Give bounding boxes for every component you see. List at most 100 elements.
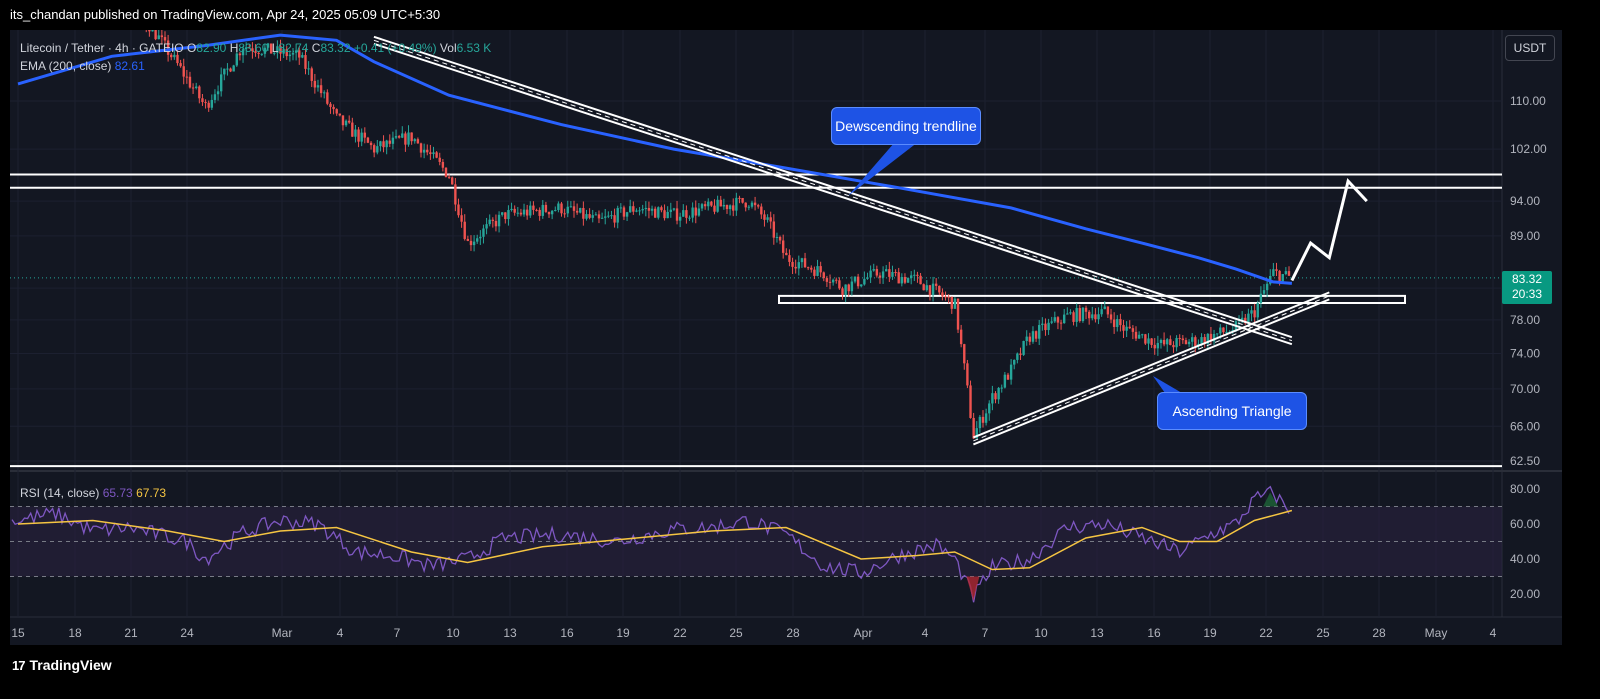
candle-body[interactable]	[619, 207, 623, 209]
candle-body[interactable]	[850, 281, 854, 292]
candle-body[interactable]	[463, 221, 466, 239]
candle-body[interactable]	[432, 152, 435, 155]
candle-body[interactable]	[1178, 338, 1181, 340]
candle-body[interactable]	[622, 207, 626, 217]
candle-body[interactable]	[319, 85, 323, 94]
candle-body[interactable]	[575, 210, 579, 213]
candle-body[interactable]	[950, 296, 953, 309]
candle-body[interactable]	[114, 9, 116, 10]
candle-body[interactable]	[160, 35, 164, 38]
candle-body[interactable]	[376, 146, 379, 153]
candle-body[interactable]	[1003, 374, 1007, 388]
candle-body[interactable]	[885, 269, 888, 272]
candle-body[interactable]	[111, 9, 113, 12]
candle-body[interactable]	[554, 209, 557, 211]
candle-body[interactable]	[472, 241, 476, 246]
candle-body[interactable]	[900, 277, 904, 284]
candle-body[interactable]	[1075, 308, 1078, 322]
candle-body[interactable]	[572, 206, 576, 211]
candle-body[interactable]	[451, 177, 454, 185]
candle-body[interactable]	[1225, 331, 1228, 333]
candle-body[interactable]	[1281, 274, 1284, 282]
candle-body[interactable]	[1112, 319, 1116, 327]
candle-body[interactable]	[600, 217, 604, 219]
candle-body[interactable]	[1169, 339, 1172, 346]
candle-body[interactable]	[566, 206, 569, 214]
candle-body[interactable]	[441, 161, 445, 168]
candle-body[interactable]	[1159, 339, 1163, 343]
candle-body[interactable]	[931, 283, 935, 296]
candle-body[interactable]	[579, 207, 582, 213]
candle-body[interactable]	[479, 236, 482, 239]
candle-body[interactable]	[691, 207, 694, 218]
candle-body[interactable]	[30, 2, 32, 3]
candle-body[interactable]	[513, 208, 516, 213]
candle-body[interactable]	[98, 5, 100, 17]
candle-body[interactable]	[1256, 303, 1259, 318]
candle-body[interactable]	[1156, 342, 1160, 349]
candle-body[interactable]	[1084, 307, 1088, 312]
candle-body[interactable]	[822, 272, 825, 279]
candle-body[interactable]	[76, 7, 78, 9]
candle-body[interactable]	[351, 122, 354, 137]
candle-body[interactable]	[120, 23, 122, 24]
candle-body[interactable]	[810, 267, 813, 270]
candle-body[interactable]	[1144, 334, 1147, 344]
candle-body[interactable]	[647, 207, 651, 211]
candle-body[interactable]	[89, 2, 91, 12]
candle-body[interactable]	[913, 274, 916, 276]
candle-body[interactable]	[719, 199, 722, 207]
candle-body[interactable]	[344, 120, 348, 126]
candle-body[interactable]	[597, 214, 601, 219]
candle-body[interactable]	[529, 205, 532, 216]
candle-body[interactable]	[682, 210, 685, 217]
candle-body[interactable]	[1072, 312, 1075, 322]
candle-body[interactable]	[354, 129, 357, 137]
candle-body[interactable]	[435, 152, 438, 158]
candle-body[interactable]	[95, 5, 97, 12]
candle-body[interactable]	[894, 271, 897, 273]
candle-body[interactable]	[11, 4, 13, 11]
candle-body[interactable]	[1122, 325, 1125, 331]
candle-body[interactable]	[738, 197, 741, 199]
candle-body[interactable]	[694, 207, 697, 216]
candle-body[interactable]	[835, 279, 838, 281]
candle-body[interactable]	[1041, 323, 1044, 326]
projection-arrow[interactable]	[1290, 178, 1368, 282]
candle-body[interactable]	[1116, 319, 1119, 327]
candle-body[interactable]	[657, 207, 660, 218]
candle-body[interactable]	[388, 140, 391, 144]
candle-body[interactable]	[735, 197, 738, 211]
candle-body[interactable]	[123, 15, 125, 25]
candle-body[interactable]	[42, 3, 44, 6]
candle-body[interactable]	[154, 26, 157, 40]
candle-body[interactable]	[794, 266, 797, 269]
ascending-triangle-callout[interactable]: Ascending Triangle	[1157, 392, 1307, 430]
candle-body[interactable]	[1081, 307, 1085, 322]
candle-body[interactable]	[594, 214, 598, 216]
candle-body[interactable]	[360, 132, 363, 142]
candle-body[interactable]	[875, 269, 879, 276]
candle-body[interactable]	[972, 417, 975, 439]
candle-body[interactable]	[369, 142, 373, 146]
candle-body[interactable]	[14, 9, 16, 12]
candle-body[interactable]	[635, 210, 638, 212]
candle-body[interactable]	[988, 403, 991, 414]
candle-body[interactable]	[625, 212, 629, 217]
candle-body[interactable]	[416, 139, 420, 144]
candle-body[interactable]	[86, 2, 88, 7]
candle-body[interactable]	[188, 76, 192, 88]
candle-body[interactable]	[1175, 338, 1178, 348]
candle-body[interactable]	[703, 204, 707, 207]
candle-body[interactable]	[707, 201, 710, 207]
candle-body[interactable]	[632, 206, 635, 212]
candle-body[interactable]	[1147, 338, 1150, 344]
candle-body[interactable]	[800, 258, 804, 263]
candle-body[interactable]	[48, 5, 50, 6]
candle-body[interactable]	[323, 92, 326, 94]
candle-body[interactable]	[760, 206, 763, 215]
candle-body[interactable]	[825, 278, 829, 282]
candle-body[interactable]	[419, 143, 423, 153]
candle-body[interactable]	[485, 224, 488, 229]
candle-body[interactable]	[1094, 314, 1097, 320]
